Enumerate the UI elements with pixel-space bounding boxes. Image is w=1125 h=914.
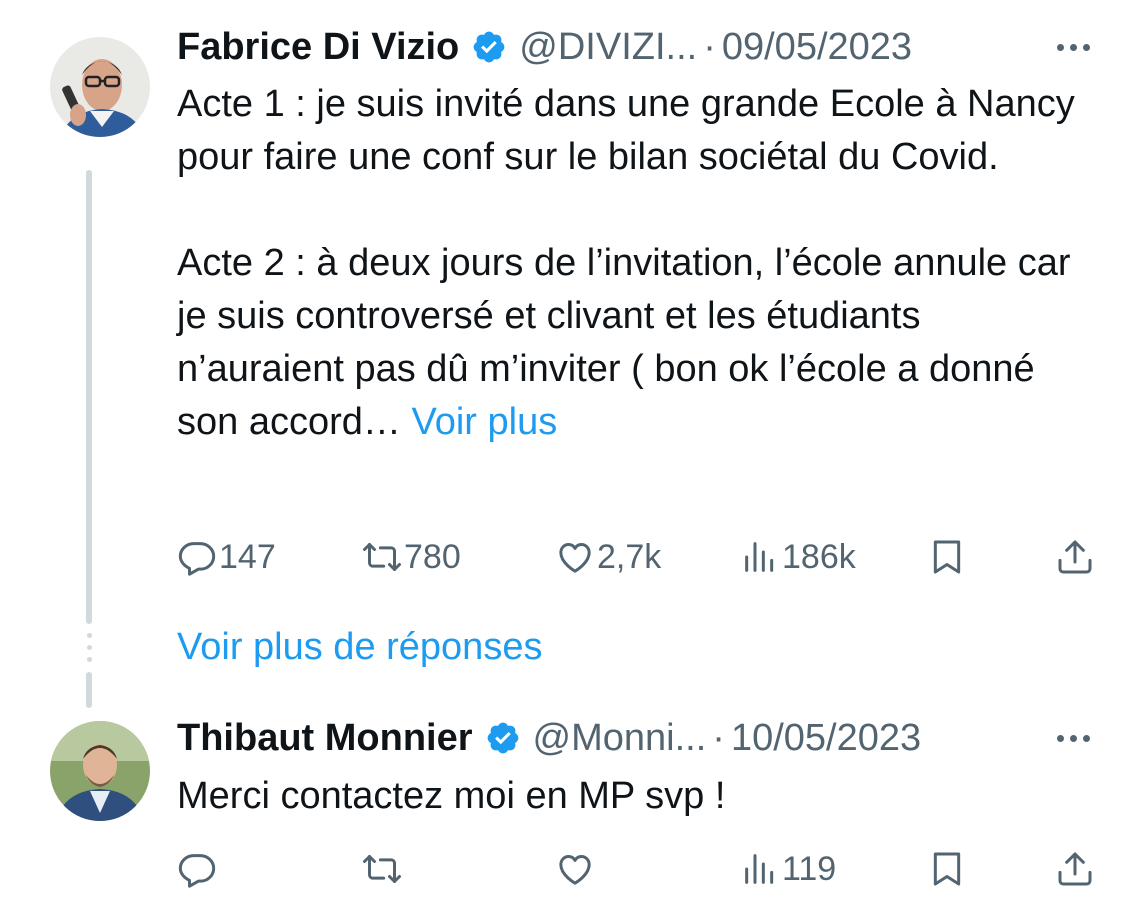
- thread-line-lower: [86, 672, 92, 708]
- tweet-actions: 147 780 2,7k 186k: [177, 535, 1095, 579]
- author-handle[interactable]: @DIVIZI...: [519, 26, 697, 69]
- like-button[interactable]: 2,7k: [555, 535, 661, 579]
- avatar-image: [50, 721, 150, 821]
- show-more-link[interactable]: Voir plus: [411, 401, 557, 443]
- thread-line: [86, 170, 92, 624]
- share-icon: [1058, 540, 1092, 574]
- views-count: 186k: [782, 537, 856, 576]
- more-options-icon[interactable]: [1057, 22, 1090, 72]
- retweet-button[interactable]: [362, 847, 402, 891]
- tweet-paragraph: Acte 2 : à deux jours de l’invitation, l…: [177, 237, 1077, 449]
- reply-icon: [178, 542, 216, 576]
- author-handle[interactable]: @Monni...: [533, 717, 707, 760]
- reply-button[interactable]: [177, 847, 217, 891]
- thread-gap-dots: [86, 633, 92, 662]
- author-name[interactable]: Fabrice Di Vizio: [177, 26, 459, 69]
- reply-icon: [178, 854, 216, 888]
- bookmark-icon: [933, 540, 961, 574]
- more-replies-link[interactable]: Voir plus de réponses: [177, 622, 542, 672]
- avatar-fabrice-di-vizio[interactable]: [50, 37, 150, 137]
- views-button[interactable]: 119: [740, 847, 836, 891]
- avatar-image: [50, 37, 150, 137]
- share-button[interactable]: [1055, 847, 1095, 891]
- separator: ·: [712, 716, 725, 759]
- verified-badge-icon: [487, 722, 518, 754]
- verified-badge-icon: [473, 31, 505, 63]
- views-count: 119: [782, 849, 837, 888]
- like-icon: [559, 543, 591, 573]
- tweet-header: Fabrice Di Vizio @DIVIZI... · 09/05/2023: [177, 22, 912, 72]
- avatar-thibaut-monnier[interactable]: [50, 721, 150, 821]
- bookmark-button[interactable]: [927, 535, 967, 579]
- share-button[interactable]: [1055, 535, 1095, 579]
- like-button[interactable]: [555, 847, 595, 891]
- retweet-icon: [363, 543, 401, 571]
- like-count: 2,7k: [597, 537, 662, 576]
- tweet-date[interactable]: 10/05/2023: [731, 717, 921, 760]
- tweet-paragraph: Acte 1 : je suis invité dans une grande …: [177, 83, 1075, 178]
- tweet-header: Thibaut Monnier @Monni... · 10/05/2023: [177, 713, 921, 763]
- tweet-actions: 119: [177, 847, 1095, 891]
- tweet-date[interactable]: 09/05/2023: [722, 26, 912, 69]
- tweet-text: Acte 1 : je suis invité dans une grande …: [177, 78, 1077, 449]
- author-name[interactable]: Thibaut Monnier: [177, 717, 473, 760]
- retweet-count: 780: [404, 537, 461, 576]
- tweet-paragraph-text: Acte 2 : à deux jours de l’invitation, l…: [177, 242, 1071, 443]
- reply-button[interactable]: 147: [177, 535, 276, 579]
- bookmark-button[interactable]: [927, 847, 967, 891]
- views-icon: [745, 854, 774, 884]
- retweet-icon: [363, 855, 401, 883]
- tweet-paragraph: Merci contactez moi en MP svp !: [177, 775, 726, 817]
- views-button[interactable]: 186k: [740, 535, 856, 579]
- views-icon: [745, 542, 774, 572]
- bookmark-icon: [933, 852, 961, 886]
- like-icon: [559, 855, 591, 885]
- retweet-button[interactable]: 780: [362, 535, 461, 579]
- share-icon: [1058, 852, 1092, 886]
- reply-count: 147: [219, 537, 276, 576]
- more-options-icon[interactable]: [1057, 713, 1090, 763]
- tweet-text: Merci contactez moi en MP svp !: [177, 770, 1077, 823]
- separator: ·: [703, 25, 716, 68]
